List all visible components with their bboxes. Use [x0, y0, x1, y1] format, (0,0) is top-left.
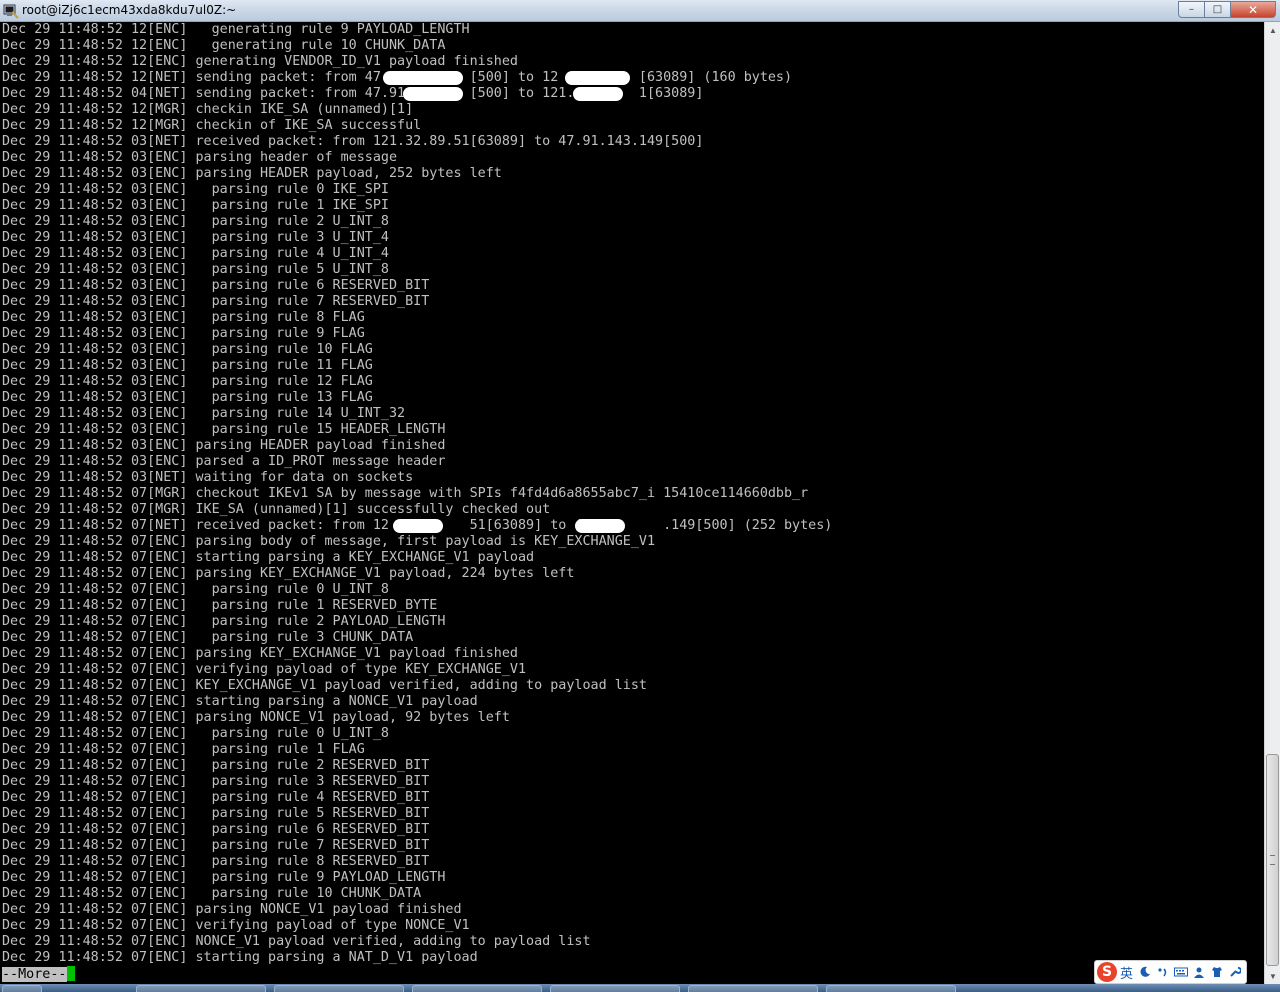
- terminal-line: Dec 29 11:48:52 07[ENC] parsing NONCE_V1…: [2, 710, 510, 725]
- terminal-line: Dec 29 11:48:52 07[ENC] parsing rule 0 U…: [2, 726, 389, 741]
- terminal-line: Dec 29 11:48:52 07[ENC] parsing rule 5 R…: [2, 806, 430, 821]
- terminal-line: Dec 29 11:48:52 07[MGR] checkout IKEv1 S…: [2, 486, 809, 501]
- terminal-line: Dec 29 11:48:52 03[ENC] parsing rule 12 …: [2, 374, 373, 389]
- terminal-line: Dec 29 11:48:52 03[ENC] parsing HEADER p…: [2, 166, 502, 181]
- terminal-lines: Dec 29 11:48:52 12[ENC] generating rule …: [0, 22, 1264, 982]
- close-button[interactable]: ✕: [1230, 1, 1276, 18]
- terminal-line: Dec 29 11:48:52 03[ENC] parsing rule 4 U…: [2, 246, 389, 261]
- taskbar-item[interactable]: [550, 985, 680, 992]
- terminal-line: Dec 29 11:48:52 03[NET] waiting for data…: [2, 470, 414, 485]
- terminal-line: Dec 29 11:48:52 04[NET] sending packet: …: [2, 86, 704, 101]
- terminal-line: Dec 29 11:48:52 07[ENC] parsing rule 1 R…: [2, 598, 438, 613]
- terminal-line: Dec 29 11:48:52 12[NET] sending packet: …: [2, 70, 793, 85]
- terminal-line: Dec 29 11:48:52 03[ENC] parsing rule 10 …: [2, 342, 373, 357]
- ime-language-toggle[interactable]: 英: [1120, 963, 1133, 982]
- taskbar-item[interactable]: [274, 985, 404, 992]
- terminal-line: Dec 29 11:48:52 03[ENC] parsing rule 6 R…: [2, 278, 430, 293]
- window-controls: – □ ✕: [1178, 1, 1276, 18]
- terminal-line: Dec 29 11:48:52 07[ENC] parsing KEY_EXCH…: [2, 566, 575, 581]
- terminal-line: Dec 29 11:48:52 07[ENC] parsing rule 10 …: [2, 886, 422, 901]
- terminal-line: Dec 29 11:48:52 07[ENC] starting parsing…: [2, 550, 535, 565]
- terminal-line: Dec 29 11:48:52 03[ENC] parsing rule 9 F…: [2, 326, 365, 341]
- taskbar-item[interactable]: [826, 985, 956, 992]
- more-prompt: --More--: [2, 967, 67, 982]
- maximize-button[interactable]: □: [1204, 1, 1231, 18]
- terminal-line: Dec 29 11:48:52 07[ENC] parsing rule 3 R…: [2, 774, 430, 789]
- terminal-line: Dec 29 11:48:52 07[ENC] parsing body of …: [2, 534, 656, 549]
- terminal-line: Dec 29 11:48:52 07[ENC] parsing rule 7 R…: [2, 838, 430, 853]
- terminal-line: Dec 29 11:48:52 03[ENC] parsing rule 3 U…: [2, 230, 389, 245]
- windows-taskbar: [0, 984, 1280, 992]
- more-prompt-line: --More--: [2, 966, 1264, 982]
- terminal-line: Dec 29 11:48:52 03[ENC] parsing rule 13 …: [2, 390, 373, 405]
- terminal-line: Dec 29 11:48:52 07[ENC] parsing rule 3 C…: [2, 630, 414, 645]
- terminal-line: Dec 29 11:48:52 12[MGR] checkin of IKE_S…: [2, 118, 422, 133]
- redaction-mark: [565, 71, 630, 85]
- terminal-line: Dec 29 11:48:52 07[ENC] parsing KEY_EXCH…: [2, 646, 518, 661]
- moon-icon[interactable]: [1138, 965, 1152, 979]
- terminal-cursor: [66, 966, 75, 981]
- minimize-button[interactable]: –: [1178, 1, 1205, 18]
- scroll-up-arrow-icon[interactable]: ▲: [1265, 22, 1280, 38]
- terminal-line: Dec 29 11:48:52 07[ENC] parsing rule 9 P…: [2, 870, 446, 885]
- putty-terminal-icon: [3, 4, 19, 19]
- scrollbar-thumb[interactable]: [1266, 754, 1279, 966]
- terminal-line: Dec 29 11:48:52 07[ENC] KEY_EXCHANGE_V1 …: [2, 678, 647, 693]
- terminal-line: Dec 29 11:48:52 03[ENC] parsing rule 1 I…: [2, 198, 389, 213]
- terminal-line: Dec 29 11:48:52 03[ENC] parsing HEADER p…: [2, 438, 446, 453]
- terminal-line: Dec 29 11:48:52 07[ENC] parsing rule 0 U…: [2, 582, 389, 597]
- terminal-line: Dec 29 11:48:52 07[ENC] verifying payloa…: [2, 662, 527, 677]
- terminal-line: Dec 29 11:48:52 03[ENC] parsing rule 15 …: [2, 422, 446, 437]
- terminal-line: Dec 29 11:48:52 03[ENC] parsing header o…: [2, 150, 398, 165]
- terminal-line: Dec 29 11:48:52 03[NET] received packet:…: [2, 134, 704, 149]
- terminal-line: Dec 29 11:48:52 07[ENC] parsing rule 8 R…: [2, 854, 430, 869]
- terminal-line: Dec 29 11:48:52 03[ENC] parsing rule 7 R…: [2, 294, 430, 309]
- terminal-line: Dec 29 11:48:52 07[ENC] parsing NONCE_V1…: [2, 902, 462, 917]
- terminal-line: Dec 29 11:48:52 03[ENC] parsing rule 2 U…: [2, 214, 389, 229]
- taskbar-item[interactable]: [412, 985, 542, 992]
- terminal-line: Dec 29 11:48:52 07[MGR] IKE_SA (unnamed)…: [2, 502, 551, 517]
- taskbar-item[interactable]: [136, 985, 266, 992]
- terminal-line: Dec 29 11:48:52 03[ENC] parsing rule 11 …: [2, 358, 373, 373]
- window-titlebar[interactable]: root@iZj6c1ecm43xda8kdu7ul0Z:~ – □ ✕: [0, 0, 1280, 22]
- terminal-line: Dec 29 11:48:52 03[ENC] parsing rule 14 …: [2, 406, 406, 421]
- terminal-line: Dec 29 11:48:52 07[ENC] verifying payloa…: [2, 918, 470, 933]
- terminal-line: Dec 29 11:48:52 07[ENC] parsing rule 6 R…: [2, 822, 430, 837]
- keyboard-icon[interactable]: [1174, 965, 1189, 979]
- terminal-scrollbar[interactable]: ▲ ▼: [1264, 22, 1280, 984]
- terminal-line: Dec 29 11:48:52 07[ENC] NONCE_V1 payload…: [2, 934, 591, 949]
- skin-shirt-icon[interactable]: [1210, 965, 1224, 979]
- terminal-line: Dec 29 11:48:52 12[ENC] generating rule …: [2, 38, 446, 53]
- terminal-line: Dec 29 11:48:52 07[NET] received packet:…: [2, 518, 833, 533]
- terminal-output[interactable]: Dec 29 11:48:52 12[ENC] generating rule …: [0, 22, 1264, 984]
- redaction-mark: [573, 87, 623, 101]
- redaction-mark: [383, 71, 463, 85]
- terminal-line: Dec 29 11:48:52 03[ENC] parsing rule 0 I…: [2, 182, 389, 197]
- terminal-line: Dec 29 11:48:52 07[ENC] starting parsing…: [2, 950, 478, 965]
- user-icon[interactable]: [1192, 965, 1206, 979]
- terminal-line: Dec 29 11:48:52 07[ENC] parsing rule 2 P…: [2, 614, 446, 629]
- terminal-line: Dec 29 11:48:52 12[ENC] generating rule …: [2, 22, 470, 37]
- start-button[interactable]: [2, 985, 42, 992]
- terminal-line: Dec 29 11:48:52 07[ENC] parsing rule 2 R…: [2, 758, 430, 773]
- scrollbar-grip-icon: [1270, 855, 1275, 865]
- terminal-line: Dec 29 11:48:52 03[ENC] parsing rule 8 F…: [2, 310, 365, 325]
- taskbar-item-putty[interactable]: [688, 985, 818, 992]
- tools-wrench-icon[interactable]: [1228, 965, 1242, 979]
- terminal-line: Dec 29 11:48:52 07[ENC] starting parsing…: [2, 694, 478, 709]
- redaction-mark: [393, 519, 443, 533]
- punctuation-icon[interactable]: [1156, 965, 1170, 979]
- terminal-line: Dec 29 11:48:52 12[ENC] generating VENDO…: [2, 54, 518, 69]
- ime-toolbar[interactable]: S 英: [1094, 960, 1248, 984]
- terminal-line: Dec 29 11:48:52 03[ENC] parsed a ID_PROT…: [2, 454, 446, 469]
- terminal-line: Dec 29 11:48:52 12[MGR] checkin IKE_SA (…: [2, 102, 414, 117]
- sogou-ime-logo-icon: S: [1097, 962, 1117, 982]
- terminal-line: Dec 29 11:48:52 07[ENC] parsing rule 4 R…: [2, 790, 430, 805]
- redaction-mark: [575, 519, 625, 533]
- redaction-mark: [403, 87, 463, 101]
- terminal-line: Dec 29 11:48:52 07[ENC] parsing rule 1 F…: [2, 742, 365, 757]
- scroll-down-arrow-icon[interactable]: ▼: [1265, 968, 1280, 984]
- window-title: root@iZj6c1ecm43xda8kdu7ul0Z:~: [22, 3, 237, 17]
- terminal-line: Dec 29 11:48:52 03[ENC] parsing rule 5 U…: [2, 262, 389, 277]
